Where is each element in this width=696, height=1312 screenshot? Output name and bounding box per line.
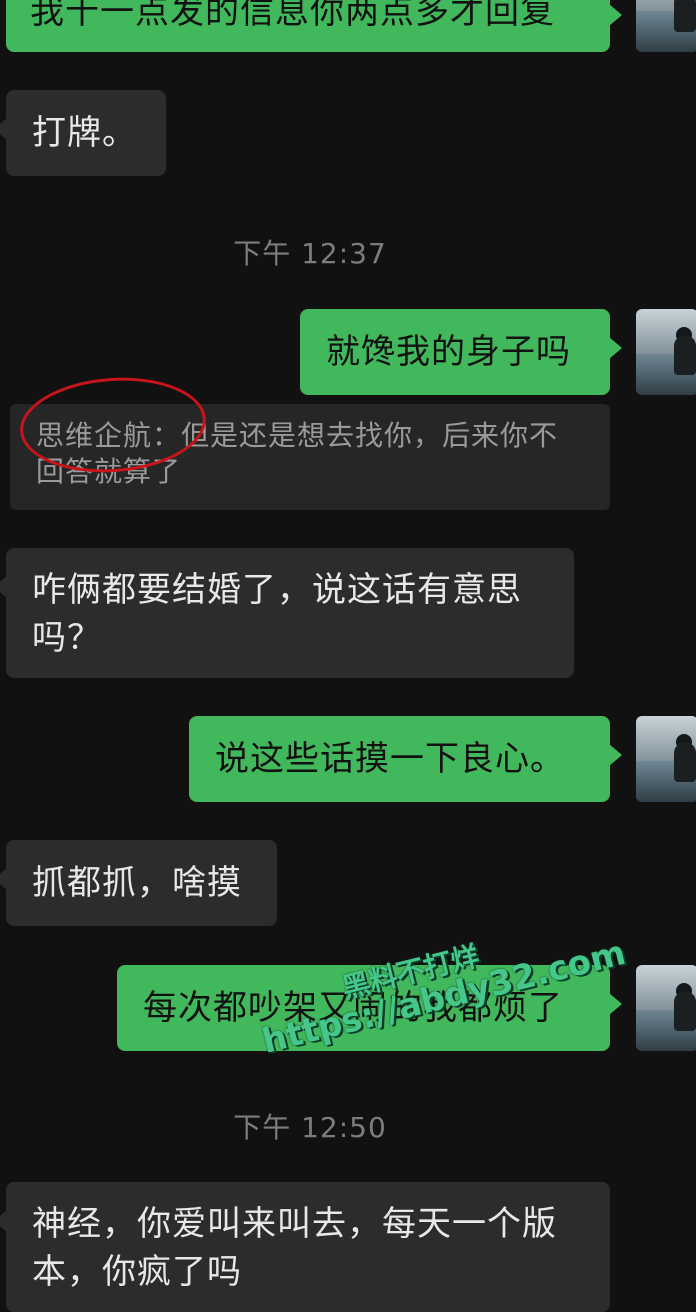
user-avatar[interactable] xyxy=(636,309,696,395)
avatar-person xyxy=(674,991,696,1031)
user-avatar[interactable] xyxy=(636,0,696,52)
message-bubble-outgoing[interactable]: 每次都吵架又闹的我都烦了 xyxy=(117,965,622,1051)
timestamp: 下午 12:50 xyxy=(233,1111,387,1144)
avatar-person xyxy=(674,335,696,375)
message-bubble-incoming[interactable]: 神经，你爱叫来叫去，每天一个版本，你疯了吗 xyxy=(0,1182,610,1312)
timestamp: 下午 12:37 xyxy=(233,237,387,270)
user-avatar[interactable] xyxy=(636,965,696,1051)
message-bubble-outgoing[interactable]: 说这些话摸一下良心。 xyxy=(189,716,622,802)
message-bubble-incoming[interactable]: 打牌。 xyxy=(0,90,166,176)
message-bubble-incoming[interactable]: 咋俩都要结婚了，说这话有意思吗？ xyxy=(0,548,574,678)
message-bubble-outgoing[interactable]: 我十一点发的信息你两点多才回复 xyxy=(6,0,622,52)
user-avatar[interactable] xyxy=(636,716,696,802)
message-bubble-outgoing[interactable]: 就馋我的身子吗 xyxy=(300,309,622,395)
avatar-person xyxy=(674,742,696,782)
message-bubble-incoming[interactable]: 抓都抓，啥摸 xyxy=(0,840,277,926)
avatar-person xyxy=(674,0,696,32)
